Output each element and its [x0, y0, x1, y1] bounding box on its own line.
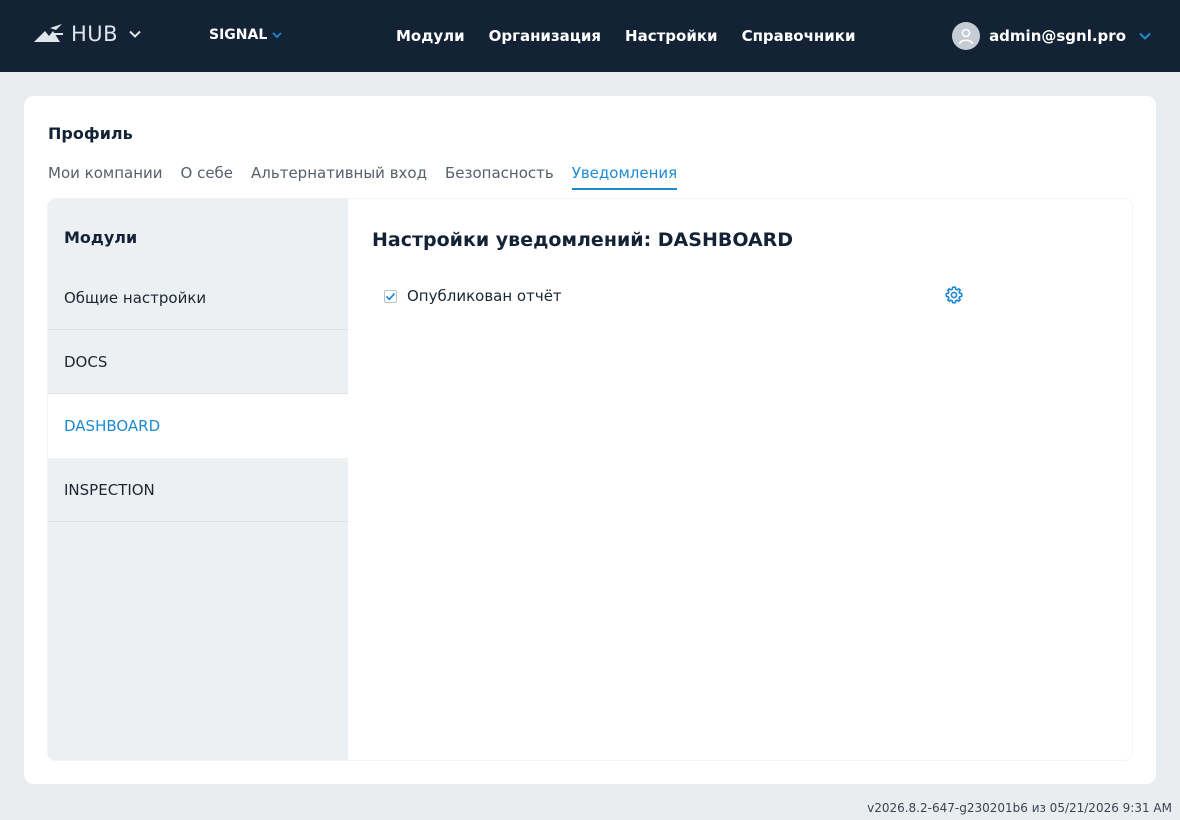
tab-alternative-login[interactable]: Альтернативный вход: [251, 164, 427, 190]
chevron-down-icon: [129, 30, 141, 38]
notification-label: Опубликован отчёт: [407, 287, 562, 305]
tab-about[interactable]: О себе: [181, 164, 234, 190]
page-title: Профиль: [48, 124, 133, 143]
app-name: SIGNAL: [209, 27, 268, 43]
avatar: [952, 22, 981, 50]
sidebar-item-dashboard[interactable]: DASHBOARD: [48, 394, 348, 458]
gear-icon[interactable]: [944, 285, 964, 305]
checkmark-icon: [385, 292, 396, 301]
nav-item-organization[interactable]: Организация: [489, 27, 601, 45]
top-navigation-bar: HUB SIGNAL Модули Организация Настройки …: [0, 0, 1180, 72]
notification-row: Опубликован отчёт: [384, 287, 562, 305]
modules-sidebar: Модули Общие настройки DOCS DASHBOARD IN…: [48, 199, 348, 760]
chevron-down-icon: [272, 32, 282, 39]
sidebar-item-docs[interactable]: DOCS: [48, 330, 348, 394]
user-avatar-icon: [958, 28, 974, 45]
app-switcher[interactable]: SIGNAL: [209, 27, 283, 43]
notifications-panel: Модули Общие настройки DOCS DASHBOARD IN…: [48, 199, 1132, 760]
sidebar-item-general-settings[interactable]: Общие настройки: [48, 266, 348, 330]
profile-tabs: Мои компании О себе Альтернативный вход …: [48, 164, 678, 190]
main-nav: Модули Организация Настройки Справочники: [396, 27, 855, 45]
user-email: admin@sgnl.pro: [989, 27, 1126, 45]
settings-title: Настройки уведомлений: DASHBOARD: [372, 229, 794, 251]
tab-security[interactable]: Безопасность: [445, 164, 554, 190]
profile-card: Профиль Мои компании О себе Альтернативн…: [24, 96, 1156, 784]
tab-my-companies[interactable]: Мои компании: [48, 164, 163, 190]
hub-logo-icon: [34, 24, 63, 42]
nav-item-modules[interactable]: Модули: [396, 27, 465, 45]
hub-logo[interactable]: HUB: [34, 22, 142, 46]
report-published-checkbox[interactable]: [384, 289, 397, 303]
tab-notifications[interactable]: Уведомления: [571, 164, 678, 190]
nav-item-references[interactable]: Справочники: [742, 27, 856, 45]
version-footer: v2026.8.2-647-g230201b6 из 05/21/2026 9:…: [867, 801, 1172, 815]
nav-item-settings[interactable]: Настройки: [625, 27, 718, 45]
user-menu[interactable]: admin@sgnl.pro: [952, 22, 1152, 50]
sidebar-title: Модули: [64, 228, 138, 247]
chevron-down-icon: [1139, 32, 1151, 40]
sidebar-item-inspection[interactable]: INSPECTION: [48, 458, 348, 522]
notification-settings: Настройки уведомлений: DASHBOARD Опублик…: [348, 199, 1132, 760]
hub-logo-text: HUB: [71, 22, 119, 46]
